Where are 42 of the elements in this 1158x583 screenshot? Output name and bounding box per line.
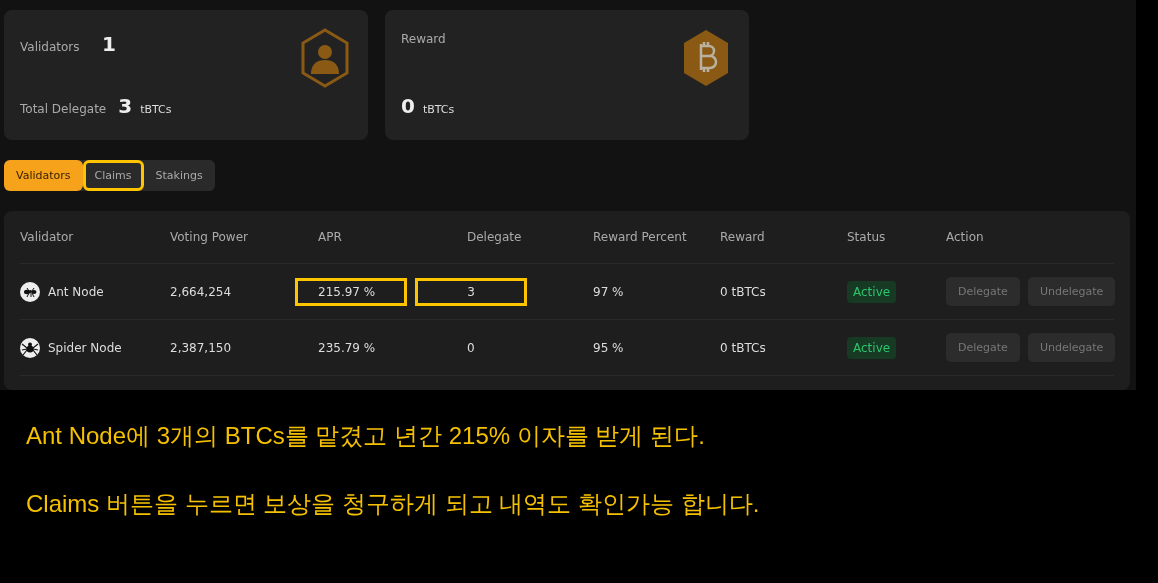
undelegate-button[interactable]: Undelegate [1027, 277, 1116, 306]
table-cell: Ant Node [48, 284, 104, 299]
user-hexagon-icon [300, 28, 350, 88]
column-header: Validator [20, 230, 75, 244]
table-cell-text: 235.79 % [318, 340, 377, 355]
status-badge: Active [847, 336, 897, 359]
undelegate-button[interactable]: Undelegate [1027, 333, 1116, 362]
annotation-text: Claims 버튼을 누르면 보상을 청구하게 되고 내역도 확인가능 합니다. [26, 489, 761, 519]
bitcoin-hexagon-icon [681, 28, 731, 88]
column-header: Reward [720, 230, 766, 244]
stat-value: 1 [102, 32, 116, 56]
table-cell-text: 97 % [593, 284, 625, 299]
stat-label: Reward [401, 32, 446, 46]
table-cell: 3 [415, 277, 527, 306]
stat-value: 3 [118, 94, 133, 118]
column-header: Delegate [467, 230, 523, 244]
ant-avatar-icon [20, 281, 40, 302]
stat-value: 0 [401, 94, 415, 118]
table-cell: 215.97 % [295, 277, 407, 306]
column-header: Status [847, 230, 887, 244]
table-cell-text: 0 [467, 340, 476, 355]
status-badge: Active [847, 280, 897, 303]
column-header: Voting Power [170, 230, 249, 244]
spider-avatar-icon [20, 337, 40, 358]
tab[interactable]: Claims [82, 160, 144, 191]
delegate-button[interactable]: Delegate [946, 333, 1020, 362]
table-cell: Spider Node [48, 340, 122, 355]
delegate-button[interactable]: Delegate [946, 277, 1020, 306]
table-cell-text: 2,387,150 [170, 340, 233, 355]
annotation-text: Ant Node에 3개의 BTCs를 맡겼고 년간 215% 이자를 받게 된다. [26, 421, 706, 451]
column-header: Reward Percent [593, 230, 688, 244]
stat-label: Validators [20, 40, 81, 54]
table-cell-text: 95 % [593, 340, 625, 355]
stat-unit: tBTCs [140, 103, 172, 116]
stat-label: Total Delegate [20, 102, 107, 116]
stat-unit: tBTCs [422, 103, 455, 116]
table-cell-text: 0 tBTCs [720, 284, 767, 299]
column-header: APR [318, 230, 343, 244]
table-cell-text: 0 tBTCs [720, 340, 767, 355]
column-header: Action [946, 230, 985, 244]
tab[interactable]: Validators [4, 160, 83, 191]
table-cell-text: 2,664,254 [170, 284, 233, 299]
